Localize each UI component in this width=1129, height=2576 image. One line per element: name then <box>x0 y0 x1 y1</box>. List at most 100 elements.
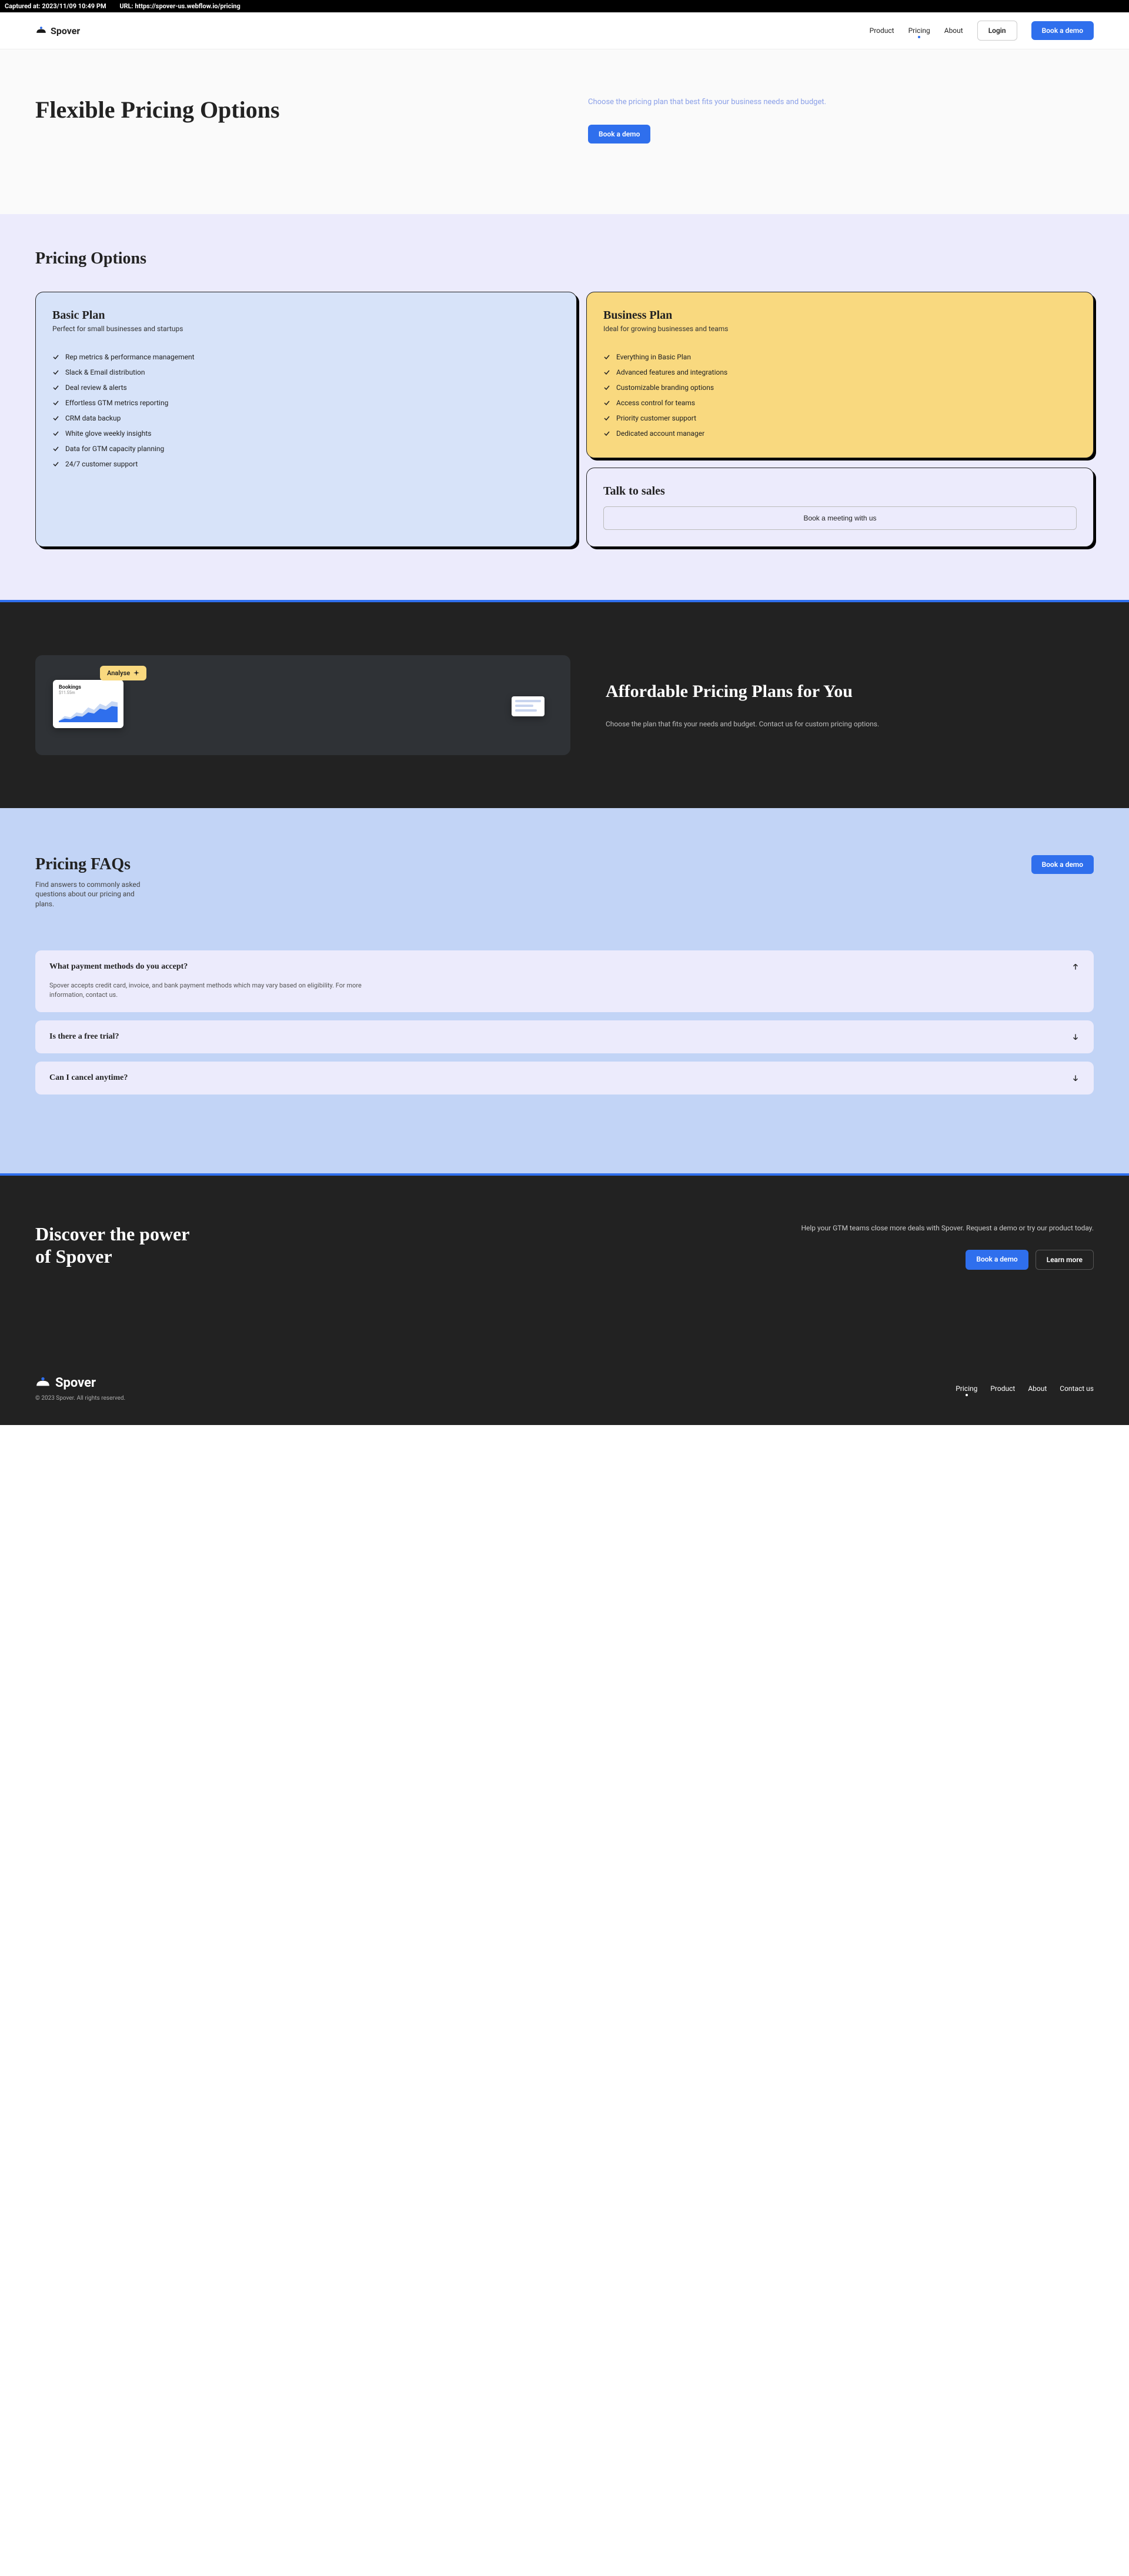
analyse-label: Analyse <box>107 669 130 677</box>
check-icon <box>603 399 610 406</box>
arrow-up-icon <box>1071 963 1080 971</box>
faq-answer: Spover accepts credit card, invoice, and… <box>49 981 367 1000</box>
cta-secondary-button[interactable]: Learn more <box>1036 1250 1094 1270</box>
pricing-title: Pricing Options <box>35 249 1094 268</box>
affordable-section: Analyse Bookings $11.55m Affordable Pric… <box>0 600 1129 808</box>
feature-text: Deal review & alerts <box>65 383 127 392</box>
logo-text: Spover <box>51 25 80 36</box>
faq-section: Pricing FAQs Find answers to commonly as… <box>0 808 1129 1173</box>
logo[interactable]: Spover <box>35 25 80 36</box>
illustration-card: Analyse Bookings $11.55m <box>35 655 570 755</box>
feature-item: Effortless GTM metrics reporting <box>52 395 560 411</box>
check-icon <box>603 384 610 391</box>
hero-cta-button[interactable]: Book a demo <box>588 125 650 144</box>
main-nav: Spover Product Pricing About Login Book … <box>0 12 1129 49</box>
feature-item: Deal review & alerts <box>52 380 560 395</box>
hero-subtitle: Choose the pricing plan that best fits y… <box>588 96 1094 108</box>
capture-time: Captured at: 2023/11/09 10:49 PM <box>5 2 106 10</box>
feature-item: Slack & Email distribution <box>52 365 560 380</box>
nav-links: Product Pricing About Login Book a demo <box>870 21 1094 41</box>
hero-title: Flexible Pricing Options <box>35 96 541 124</box>
feature-text: Customizable branding options <box>616 383 714 392</box>
check-icon <box>603 430 610 437</box>
check-icon <box>52 445 59 452</box>
bookings-title: Bookings <box>59 685 118 690</box>
feature-text: White glove weekly insights <box>65 429 151 438</box>
faq-item: What payment methods do you accept? Spove… <box>35 950 1094 1012</box>
logo-icon <box>35 26 47 35</box>
feature-item: 24/7 customer support <box>52 456 560 472</box>
arrow-down-icon <box>1071 1033 1080 1041</box>
basic-plan-card: Basic Plan Perfect for small businesses … <box>35 292 577 547</box>
feature-text: Priority customer support <box>616 414 696 422</box>
check-icon <box>603 415 610 422</box>
footer-links: Pricing Product About Contact us <box>956 1384 1094 1393</box>
cta-primary-button[interactable]: Book a demo <box>966 1250 1028 1270</box>
feature-item: Customizable branding options <box>603 380 1077 395</box>
nav-about[interactable]: About <box>944 26 963 35</box>
placeholder-card <box>512 696 545 716</box>
feature-item: Dedicated account manager <box>603 426 1077 441</box>
faq-sub: Find answers to commonly asked questions… <box>35 880 153 909</box>
footer-logo-text: Spover <box>55 1376 96 1390</box>
footer-copyright: © 2023 Spover. All rights reserved. <box>35 1395 125 1402</box>
check-icon <box>603 353 610 361</box>
check-icon <box>52 430 59 437</box>
bookings-value: $11.55m <box>59 690 118 695</box>
feature-text: Advanced features and integrations <box>616 368 727 376</box>
footer-link-about[interactable]: About <box>1028 1384 1047 1393</box>
check-icon <box>603 369 610 376</box>
feature-item: Advanced features and integrations <box>603 365 1077 380</box>
feature-text: CRM data backup <box>65 414 121 422</box>
analyse-pill: Analyse <box>100 666 146 680</box>
feature-item: Data for GTM capacity planning <box>52 441 560 456</box>
faq-item: Can I cancel anytime? <box>35 1062 1094 1095</box>
footer: Spover © 2023 Spover. All rights reserve… <box>0 1305 1129 1425</box>
basic-features: Rep metrics & performance management Slac… <box>52 349 560 472</box>
logo-icon <box>35 1377 51 1389</box>
nav-pricing[interactable]: Pricing <box>908 26 930 35</box>
faq-question[interactable]: Can I cancel anytime? <box>49 1073 1080 1083</box>
feature-text: Data for GTM capacity planning <box>65 445 164 453</box>
footer-logo[interactable]: Spover <box>35 1376 125 1390</box>
footer-link-contact[interactable]: Contact us <box>1060 1384 1094 1393</box>
faq-question[interactable]: Is there a free trial? <box>49 1032 1080 1042</box>
feature-text: Access control for teams <box>616 399 695 407</box>
faq-question[interactable]: What payment methods do you accept? <box>49 962 1080 972</box>
business-plan-card: Business Plan Ideal for growing business… <box>586 292 1094 458</box>
faq-title: Pricing FAQs <box>35 855 153 874</box>
cta-body: Help your GTM teams close more deals wit… <box>801 1223 1094 1233</box>
feature-item: Priority customer support <box>603 411 1077 426</box>
capture-bar: Captured at: 2023/11/09 10:49 PM URL: ht… <box>0 0 1129 12</box>
login-button[interactable]: Login <box>977 21 1017 41</box>
check-icon <box>52 369 59 376</box>
feature-item: Access control for teams <box>603 395 1077 411</box>
feature-text: Everything in Basic Plan <box>616 353 691 361</box>
footer-link-pricing[interactable]: Pricing <box>956 1384 977 1393</box>
faq-question-text: What payment methods do you accept? <box>49 962 188 972</box>
faq-cta-button[interactable]: Book a demo <box>1031 855 1094 874</box>
hero: Flexible Pricing Options Choose the pric… <box>0 49 1129 214</box>
business-plan-sub: Ideal for growing businesses and teams <box>603 325 1077 333</box>
faq-list: What payment methods do you accept? Spove… <box>35 950 1094 1095</box>
feature-text: Effortless GTM metrics reporting <box>65 399 168 407</box>
affordable-title: Affordable Pricing Plans for You <box>606 681 1094 702</box>
feature-text: Rep metrics & performance management <box>65 353 195 361</box>
check-icon <box>52 415 59 422</box>
sparkle-icon <box>133 670 139 676</box>
arrow-down-icon <box>1071 1074 1080 1082</box>
footer-link-product[interactable]: Product <box>990 1384 1015 1393</box>
basic-plan-name: Basic Plan <box>52 309 560 322</box>
sales-title: Talk to sales <box>603 485 1077 498</box>
feature-item: Rep metrics & performance management <box>52 349 560 365</box>
check-icon <box>52 384 59 391</box>
affordable-body: Choose the plan that fits your needs and… <box>606 719 1094 729</box>
talk-to-sales-card: Talk to sales Book a meeting with us <box>586 468 1094 547</box>
feature-text: Dedicated account manager <box>616 429 704 438</box>
check-icon <box>52 353 59 361</box>
nav-cta-button[interactable]: Book a demo <box>1031 21 1094 40</box>
faq-question-text: Can I cancel anytime? <box>49 1073 128 1083</box>
nav-product[interactable]: Product <box>870 26 894 35</box>
book-meeting-button[interactable]: Book a meeting with us <box>603 506 1077 530</box>
capture-url: URL: https://spover-us.webflow.io/pricin… <box>119 2 240 10</box>
